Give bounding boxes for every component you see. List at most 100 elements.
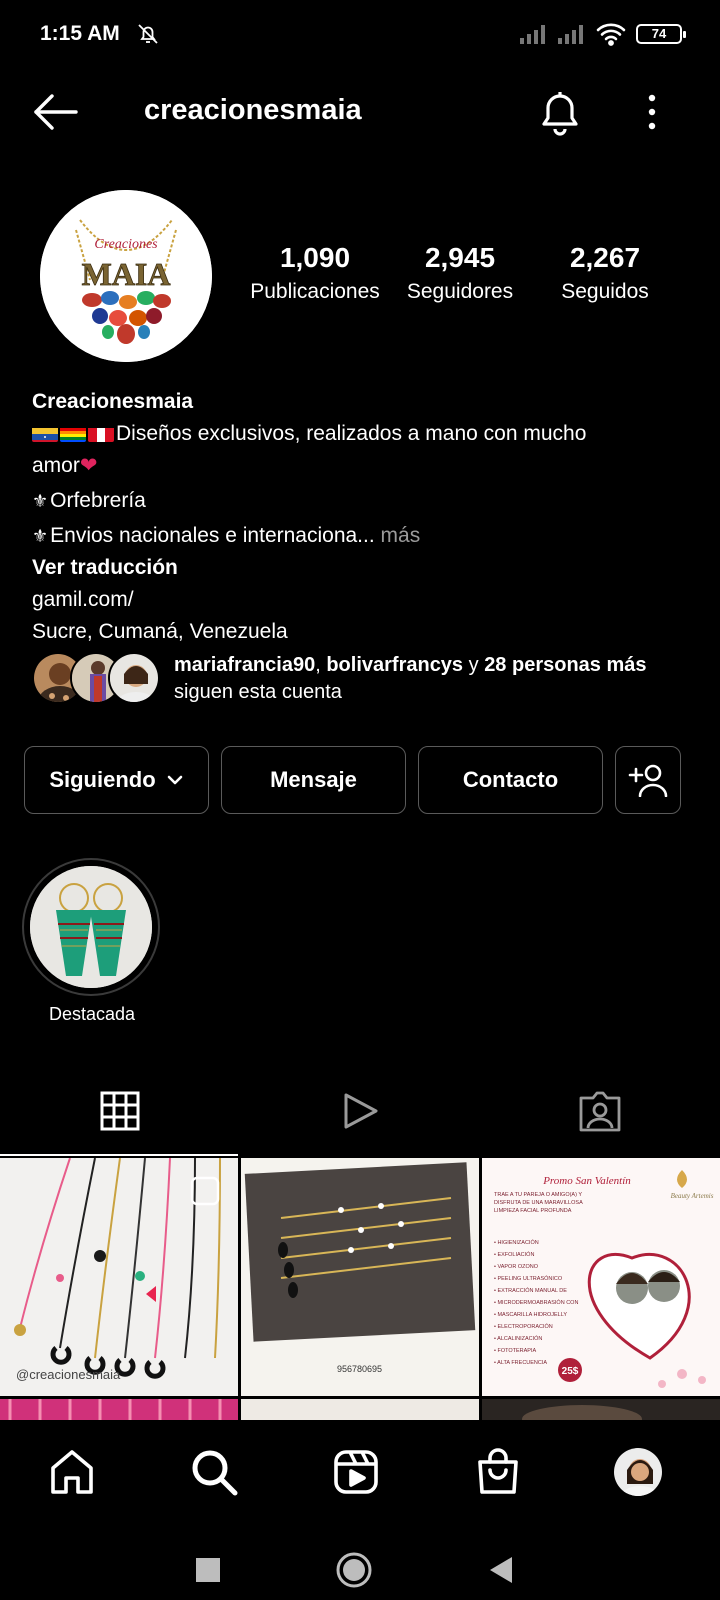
bio-website-link[interactable]: gamil.com/: [32, 584, 692, 616]
peru-flag-icon: [88, 424, 114, 442]
post-thumbnail[interactable]: @creacionesmaia: [0, 1158, 238, 1396]
followed-by-others[interactable]: 28 personas más: [484, 654, 646, 676]
home-icon: [51, 1450, 93, 1494]
nav-home[interactable]: [44, 1444, 100, 1500]
tab-posts-grid[interactable]: [0, 1066, 240, 1156]
stat-followers[interactable]: 2,945 Seguidores: [385, 242, 535, 304]
post-thumbnail[interactable]: 956780695: [241, 1158, 479, 1396]
following-label: Siguiendo: [49, 767, 156, 792]
bio-name: Creacionesmaia: [32, 390, 194, 413]
stat-value: 2,267: [569, 242, 641, 273]
tab-tagged[interactable]: [480, 1066, 720, 1156]
highlight-label: Destacada: [48, 1004, 136, 1024]
system-navigation-bar: [0, 1530, 720, 1600]
followed-by-text: mariafrancia90, bolivarfrancys y 28 pers…: [174, 654, 647, 703]
tagged-person-icon: [579, 1091, 621, 1132]
nav-search[interactable]: [186, 1444, 242, 1500]
post-thumbnail[interactable]: [0, 1399, 238, 1420]
profile-bio: Creacionesmaia Diseños exclusivos, reali…: [32, 386, 692, 648]
message-label: Mensaje: [270, 767, 357, 792]
follower-avatars: [32, 652, 162, 704]
stat-value: 2,945: [424, 242, 496, 273]
nav-profile[interactable]: [610, 1444, 666, 1500]
bell-icon[interactable]: [536, 86, 584, 136]
profile-tabs: [0, 1066, 720, 1156]
stat-following[interactable]: 2,267 Seguidos: [530, 242, 680, 304]
follower-username[interactable]: mariafrancia90: [174, 654, 315, 676]
signal-icon: [520, 25, 545, 44]
reels-play-icon: [344, 1093, 378, 1129]
message-button[interactable]: Mensaje: [221, 746, 406, 814]
bio-text: amor: [32, 454, 80, 477]
battery-indicator: 74: [636, 24, 686, 44]
contact-button[interactable]: Contacto: [418, 746, 603, 814]
follower-username[interactable]: bolivarfrancys: [326, 654, 463, 676]
svg-text:LIMPIEZA FACIAL PROFUNDA: LIMPIEZA FACIAL PROFUNDA: [494, 1208, 572, 1214]
bottom-navigation: [0, 1420, 720, 1530]
posts-grid: @creacionesmaia 956780695 Promo San Vale…: [0, 1158, 720, 1420]
svg-text:• VAPOR OZONO: • VAPOR OZONO: [494, 1264, 539, 1270]
stat-posts[interactable]: 1,090 Publicaciones: [240, 242, 390, 304]
bio-more-link[interactable]: más: [381, 524, 421, 547]
bio-line: ⚜Envios nacionales e internaciona... más: [32, 520, 692, 552]
svg-text:• HIGIENIZACIÓN: • HIGIENIZACIÓN: [494, 1239, 539, 1246]
svg-text:Creaciones: Creaciones: [94, 237, 158, 252]
circle-icon: [336, 1552, 372, 1588]
venezuela-flag-icon: [32, 424, 58, 442]
suggested-users-button[interactable]: [615, 746, 681, 814]
svg-text:TRAE A TU PAREJA O AMIGO(A) Y: TRAE A TU PAREJA O AMIGO(A) Y: [494, 1192, 582, 1198]
active-tab-indicator: [0, 1154, 238, 1156]
tab-reels[interactable]: [240, 1066, 480, 1156]
add-person-icon: [628, 764, 668, 797]
recents-button[interactable]: [188, 1550, 228, 1590]
svg-text:• ELECTROPORACIÓN: • ELECTROPORACIÓN: [494, 1323, 553, 1330]
nav-shop[interactable]: [470, 1444, 526, 1500]
square-icon: [196, 1558, 220, 1582]
bio-text: Envios nacionales e internaciona...: [50, 524, 375, 547]
svg-text:Promo San Valentín: Promo San Valentín: [542, 1175, 631, 1187]
nav-reels[interactable]: [328, 1444, 384, 1500]
profile-header-bar: creacionesmaia: [0, 72, 720, 152]
back-arrow-icon[interactable]: [30, 92, 80, 132]
profile-username: creacionesmaia: [144, 94, 362, 126]
story-highlight[interactable]: Destacada: [22, 858, 162, 1028]
bio-text: Orfebrería: [50, 489, 146, 512]
grid-icon: [100, 1091, 140, 1131]
translate-link[interactable]: Ver traducción: [32, 552, 692, 584]
back-system-button[interactable]: [480, 1550, 520, 1590]
followed-by-connector: y: [468, 654, 479, 676]
profile-actions: Siguiendo Mensaje Contacto: [24, 746, 696, 814]
home-system-button[interactable]: [334, 1550, 374, 1590]
followed-by[interactable]: mariafrancia90, bolivarfrancys y 28 pers…: [32, 650, 692, 710]
bio-text: Diseños exclusivos, realizados a mano co…: [116, 422, 587, 445]
bio-location: Sucre, Cumaná, Venezuela: [32, 620, 288, 643]
svg-text:• MASCARILLA HIDROJELLY: • MASCARILLA HIDROJELLY: [494, 1312, 567, 1318]
following-button[interactable]: Siguiendo: [24, 746, 209, 814]
svg-text:• EXFOLIACIÓN: • EXFOLIACIÓN: [494, 1251, 534, 1258]
search-icon: [192, 1450, 238, 1496]
svg-text:• ALCALINIZACIÓN: • ALCALINIZACIÓN: [494, 1335, 542, 1342]
bell-muted-icon: [138, 24, 158, 44]
svg-text:• ALTA FRECUENCIA: • ALTA FRECUENCIA: [494, 1360, 547, 1366]
svg-text:Beauty Artemis: Beauty Artemis: [671, 1192, 714, 1200]
followed-by-suffix: siguen esta cuenta: [174, 681, 342, 703]
triangle-back-icon: [490, 1557, 512, 1583]
svg-text:• FOTOTERAPIA: • FOTOTERAPIA: [494, 1348, 536, 1354]
bio-line: amor❤: [32, 450, 692, 482]
post-thumbnail[interactable]: Promo San Valentín Beauty Artemis TRAE A…: [482, 1158, 720, 1396]
svg-text:DISFRUTA DE UNA MARAVILLOSA: DISFRUTA DE UNA MARAVILLOSA: [494, 1200, 583, 1206]
rainbow-flag-icon: [60, 424, 86, 442]
more-options-icon[interactable]: [640, 90, 664, 134]
svg-text:• MICRODERMOABRASIÓN CON: • MICRODERMOABRASIÓN CON: [494, 1299, 578, 1306]
profile-avatar[interactable]: Creaciones MAIA: [40, 190, 212, 362]
logo-image: Creaciones MAIA: [40, 190, 212, 362]
stat-value: 1,090: [279, 242, 351, 273]
signal-icon: [558, 25, 583, 44]
post-thumbnail[interactable]: [482, 1399, 720, 1420]
post-thumbnail[interactable]: [241, 1399, 479, 1420]
avatar: [612, 1446, 664, 1498]
shopping-bag-icon: [478, 1448, 518, 1494]
svg-text:• PEELING ULTRASÓNICO: • PEELING ULTRASÓNICO: [494, 1275, 563, 1282]
avatar: [108, 652, 160, 704]
contact-label: Contacto: [462, 767, 559, 792]
